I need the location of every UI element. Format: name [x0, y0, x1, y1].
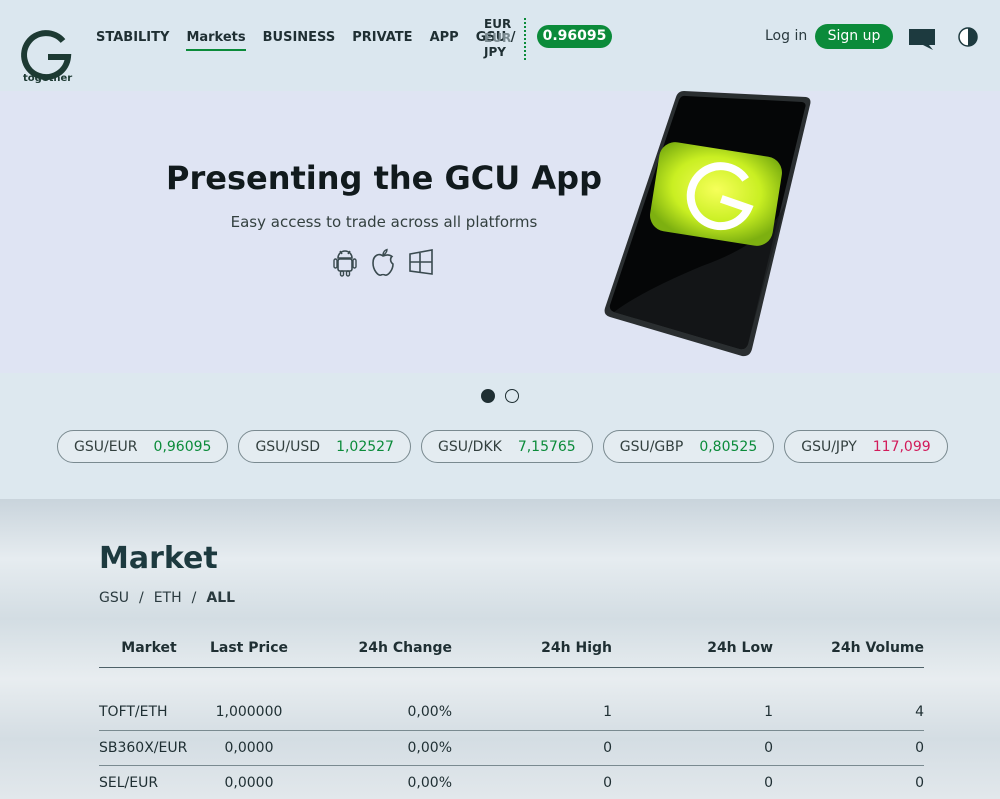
col-last-price[interactable]: Last Price: [199, 630, 299, 668]
filter-separator: /: [138, 590, 144, 606]
cell-24h-high: 0: [452, 765, 612, 799]
ticker-gsu-eur[interactable]: GSU/EUR 0,96095: [57, 430, 229, 463]
android-icon[interactable]: [332, 247, 358, 277]
cell-24h-volume: 0: [773, 730, 924, 766]
ticker-value: 7,15765: [517, 438, 576, 455]
cell-last-price: 0,0000: [199, 730, 299, 766]
col-24h-change[interactable]: 24h Change: [299, 630, 452, 668]
ticker-gsu-gbp[interactable]: GSU/GBP 0,80525: [602, 430, 775, 463]
cell-last-price: 0,0000: [199, 765, 299, 799]
cell-market: TOFT/ETH: [99, 695, 199, 731]
cell-market: SB360X/EUR: [99, 730, 199, 766]
cell-24h-change: 0,00%: [299, 730, 452, 766]
cell-24h-volume: 0: [773, 765, 924, 799]
filter-separator: /: [191, 590, 197, 606]
ticker-pair: GSU/GBP: [619, 438, 684, 455]
table-header-row: Market Last Price 24h Change 24h High 24…: [99, 630, 924, 668]
signup-button[interactable]: Sign up: [815, 24, 893, 49]
cell-last-price: 1,000000: [199, 695, 299, 731]
nav-markets[interactable]: Markets: [186, 30, 246, 51]
table-row[interactable]: SB360X/EUR 0,0000 0,00% 0 0 0: [99, 730, 924, 766]
windows-icon[interactable]: [408, 247, 434, 277]
login-link[interactable]: Log in: [765, 28, 807, 44]
cell-24h-volume: 4: [773, 695, 924, 731]
market-title: Market: [99, 541, 218, 576]
contrast-icon[interactable]: [957, 26, 979, 48]
col-market[interactable]: Market: [99, 630, 199, 668]
ticker-value: 1,02527: [336, 438, 394, 455]
filter-all[interactable]: ALL: [206, 590, 235, 606]
chat-icon[interactable]: [907, 27, 937, 51]
ticker-gsu-dkk[interactable]: GSU/DKK 7,15765: [420, 430, 593, 463]
market-table: Market Last Price 24h Change 24h High 24…: [99, 630, 924, 799]
cell-market: SEL/EUR: [99, 765, 199, 799]
main-nav: STABILITY Markets BUSINESS PRIVATE APP G…: [96, 30, 533, 51]
apple-icon[interactable]: [370, 247, 396, 277]
platform-icons: [332, 247, 434, 277]
market-filter: GSU / ETH / ALL: [99, 590, 235, 606]
col-24h-high[interactable]: 24h High: [452, 630, 612, 668]
cell-24h-low: 1: [612, 695, 773, 731]
carousel-dot-2[interactable]: [505, 389, 519, 403]
ticker-gsu-jpy[interactable]: GSU/JPY 117,099: [784, 430, 948, 463]
cell-24h-change: 0,00%: [299, 695, 452, 731]
cell-24h-low: 0: [612, 730, 773, 766]
table-spacer: [99, 667, 924, 695]
logo-text: together: [23, 73, 73, 84]
ticker-value: 0,80525: [699, 438, 758, 455]
ticker-pair: GSU/DKK: [437, 438, 502, 455]
table-row[interactable]: TOFT/ETH 1,000000 0,00% 1 1 4: [99, 695, 924, 731]
cell-24h-change: 0,00%: [299, 765, 452, 799]
currency-option-eur-2[interactable]: EUR: [484, 31, 514, 45]
ticker-value: 0,96095: [153, 438, 212, 455]
nav-app[interactable]: APP: [430, 30, 459, 51]
currency-divider: [524, 18, 526, 60]
currency-option-jpy[interactable]: JPY: [484, 45, 514, 59]
rate-badge: 0.96095: [537, 25, 612, 48]
ticker-bar: GSU/EUR 0,96095 GSU/USD 1,02527 GSU/DKK …: [57, 430, 948, 463]
ticker-pair: GSU/EUR: [74, 438, 138, 455]
phone-illustration: [604, 91, 811, 357]
ticker-gsu-usd[interactable]: GSU/USD 1,02527: [238, 430, 411, 463]
carousel-dot-1[interactable]: [481, 389, 495, 403]
currency-selector[interactable]: EUR EUR JPY: [484, 17, 514, 59]
col-24h-volume[interactable]: 24h Volume: [773, 630, 924, 668]
ticker-pair: GSU/USD: [255, 438, 321, 455]
cell-24h-high: 1: [452, 695, 612, 731]
cell-24h-high: 0: [452, 730, 612, 766]
col-24h-low[interactable]: 24h Low: [612, 630, 773, 668]
nav-business[interactable]: BUSINESS: [263, 30, 336, 51]
table-row[interactable]: SEL/EUR 0,0000 0,00% 0 0 0: [99, 765, 924, 799]
ticker-value: 117,099: [872, 438, 931, 455]
hero-banner: Presenting the GCU App Easy access to tr…: [0, 91, 1000, 373]
nav-stability[interactable]: STABILITY: [96, 30, 169, 51]
carousel-dots: [481, 389, 519, 403]
filter-eth[interactable]: ETH: [154, 590, 182, 606]
currency-option-eur[interactable]: EUR: [484, 17, 514, 31]
header: together STABILITY Markets BUSINESS PRIV…: [0, 0, 1000, 91]
nav-private[interactable]: PRIVATE: [352, 30, 412, 51]
cell-24h-low: 0: [612, 765, 773, 799]
filter-gsu[interactable]: GSU: [99, 590, 129, 606]
ticker-pair: GSU/JPY: [801, 438, 857, 455]
